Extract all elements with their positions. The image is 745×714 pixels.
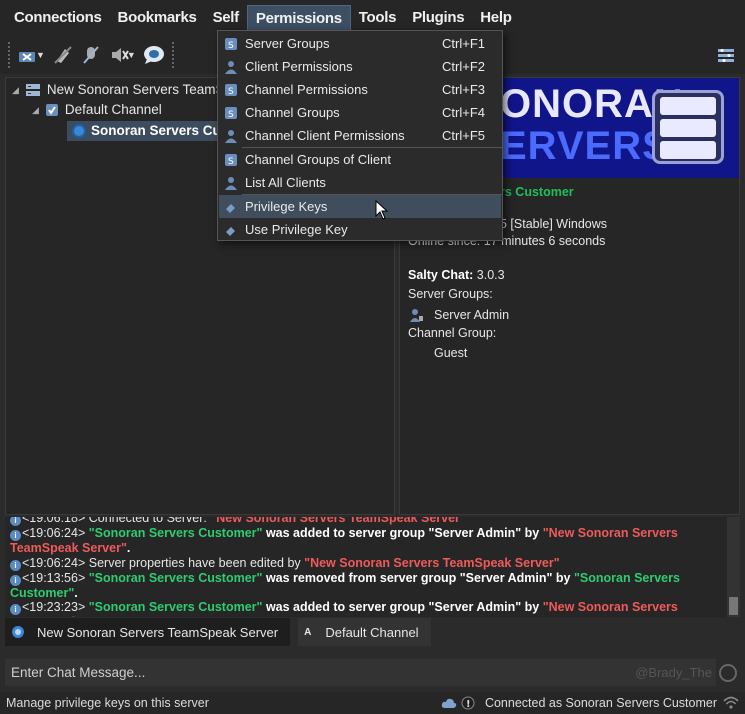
menu-self[interactable]: Self (205, 5, 247, 31)
menu-item-server-groups[interactable]: S Server Groups Ctrl+F1 (219, 32, 501, 55)
info-icon: i (10, 604, 21, 615)
collapse-arrow-icon[interactable]: ◢ (12, 80, 19, 100)
tree-server-row[interactable]: ◢ New Sonoran Servers TeamS (12, 80, 225, 100)
menu-item-use-privilege-key[interactable]: Use Privilege Key (219, 218, 501, 241)
warning-icon[interactable]: ! (461, 696, 475, 710)
menu-item-client-permissions[interactable]: Client Permissions Ctrl+F2 (219, 55, 501, 78)
server-group-row: Server Admin (408, 307, 509, 323)
collapse-arrow-icon[interactable]: ◢ (32, 100, 39, 120)
banner-line2: ERVERS (500, 124, 670, 168)
svg-text:S: S (228, 110, 234, 120)
info-icon: i (10, 559, 21, 571)
chat-tabs: New Sonoran Servers TeamSpeak Server A D… (5, 618, 740, 646)
client-name: Sonoran Servers Cus (91, 123, 229, 138)
chat-line: i <19:06:24> Server properties have been … (5, 556, 740, 571)
menu-item-list-all-clients[interactable]: List All Clients (219, 171, 501, 194)
toolbar-separator (171, 42, 174, 68)
chat-message-input[interactable]: Enter Chat Message... @Brady_The (5, 659, 716, 686)
tree-channel-row[interactable]: ◢ Default Channel (32, 100, 162, 120)
channel-group-value: Guest (434, 346, 468, 360)
salty-chat-value: 3.0.3 (476, 268, 505, 282)
menu-bookmarks[interactable]: Bookmarks (110, 5, 205, 31)
toolbar-settings-button[interactable] (715, 44, 737, 66)
chat-line: i <19:06:24> "Sonoran Servers Customer" w… (10, 526, 678, 555)
key-icon (223, 199, 239, 215)
mouse-cursor-icon (375, 200, 389, 220)
use-key-icon (223, 222, 239, 238)
chat-line: i <19:13:56> "Sonoran Servers Customer" w… (10, 570, 680, 600)
menu-connections[interactable]: Connections (6, 5, 110, 31)
server-group-value: Server Admin (434, 308, 510, 322)
channel-name: Default Channel (64, 102, 162, 117)
svg-text:S: S (228, 87, 234, 97)
chat-line: i <19:06:18> Connected to Server: "New So… (5, 517, 740, 526)
server-groups-label: Server Groups: (408, 287, 493, 301)
client-version: 5 [Stable] Windows (500, 217, 607, 231)
tab-channel-chat[interactable]: A Default Channel (298, 618, 432, 646)
chat-line: i <19:23:23> "Sonoran Servers Customer" w… (5, 600, 740, 617)
svg-text:S: S (228, 41, 234, 51)
channel-icon (45, 104, 58, 116)
chat-scrollbar[interactable] (727, 517, 740, 617)
watermark: @Brady_The (635, 665, 712, 680)
channel-groups-client-icon: S (223, 152, 239, 168)
connection-status: Connected as Sonoran Servers Customer (484, 696, 717, 710)
chat-input-placeholder: Enter Chat Message... (11, 665, 146, 680)
chat-log[interactable]: i <19:06:18> Connected to Server: "New So… (5, 517, 740, 617)
permissions-dropdown-menu: S Server Groups Ctrl+F1 Client Permissio… (217, 30, 503, 241)
client-status-icon (72, 124, 86, 138)
menu-item-channel-client-permissions[interactable]: Channel Client Permissions Ctrl+F5 (219, 124, 501, 147)
server-groups-icon: S (223, 36, 239, 52)
banner-server-icon (652, 90, 724, 164)
channel-groups-icon: S (223, 105, 239, 121)
info-icon: i (10, 574, 21, 586)
menu-plugins[interactable]: Plugins (404, 5, 472, 31)
toolbar-grip (8, 42, 10, 68)
salty-chat-label: Salty Chat: (408, 268, 474, 282)
channel-group-label: Channel Group: (408, 326, 497, 340)
mute-microphone-button[interactable] (77, 41, 105, 69)
channel-permissions-icon: S (223, 82, 239, 98)
server-icon (25, 84, 40, 96)
tab-server-chat[interactable]: New Sonoran Servers TeamSpeak Server (5, 618, 291, 646)
subscribe-button[interactable] (140, 41, 168, 69)
client-icon (223, 59, 239, 75)
scrollbar-thumb[interactable] (729, 597, 738, 615)
svg-text:S: S (228, 157, 234, 167)
channel-chat-icon: A (304, 626, 312, 638)
server-chat-icon (12, 626, 24, 638)
away-icon (54, 46, 72, 64)
info-icon: i (10, 517, 21, 526)
microphone-icon (83, 46, 99, 64)
client-nickname: rs Customer (500, 185, 574, 199)
menu-item-privilege-keys[interactable]: Privilege Keys (219, 195, 501, 220)
disconnect-dropdown-caret[interactable]: ▼ (36, 50, 45, 60)
menu-help[interactable]: Help (472, 5, 519, 31)
svg-text:!: ! (466, 699, 471, 710)
wifi-icon (723, 696, 739, 709)
channel-client-icon (223, 128, 239, 144)
server-admin-icon (410, 309, 423, 322)
menu-item-channel-groups[interactable]: S Channel Groups Ctrl+F4 (219, 101, 501, 124)
list-settings-icon (718, 49, 734, 62)
menu-item-channel-permissions[interactable]: S Channel Permissions Ctrl+F3 (219, 78, 501, 101)
list-clients-icon (223, 175, 239, 191)
emoji-button[interactable] (719, 664, 737, 682)
away-button[interactable] (49, 41, 77, 69)
tree-client-row[interactable]: Sonoran Servers Cus (67, 121, 235, 141)
cloud-icon (441, 698, 457, 708)
speakers-dropdown-caret[interactable]: ▼ (127, 50, 136, 60)
info-icon: i (10, 530, 21, 541)
speech-bubble-icon (143, 46, 164, 64)
status-hint: Manage privilege keys on this server (6, 696, 209, 710)
status-bar: Manage privilege keys on this server ! C… (0, 692, 745, 714)
menu-tools[interactable]: Tools (351, 5, 404, 31)
server-name: New Sonoran Servers TeamS (46, 82, 225, 97)
speaker-icon (111, 48, 129, 62)
menu-item-channel-groups-of-client[interactable]: S Channel Groups of Client (219, 148, 501, 171)
menu-permissions[interactable]: Permissions (246, 5, 351, 31)
salty-chat-row: Salty Chat: 3.0.3 (408, 268, 505, 282)
